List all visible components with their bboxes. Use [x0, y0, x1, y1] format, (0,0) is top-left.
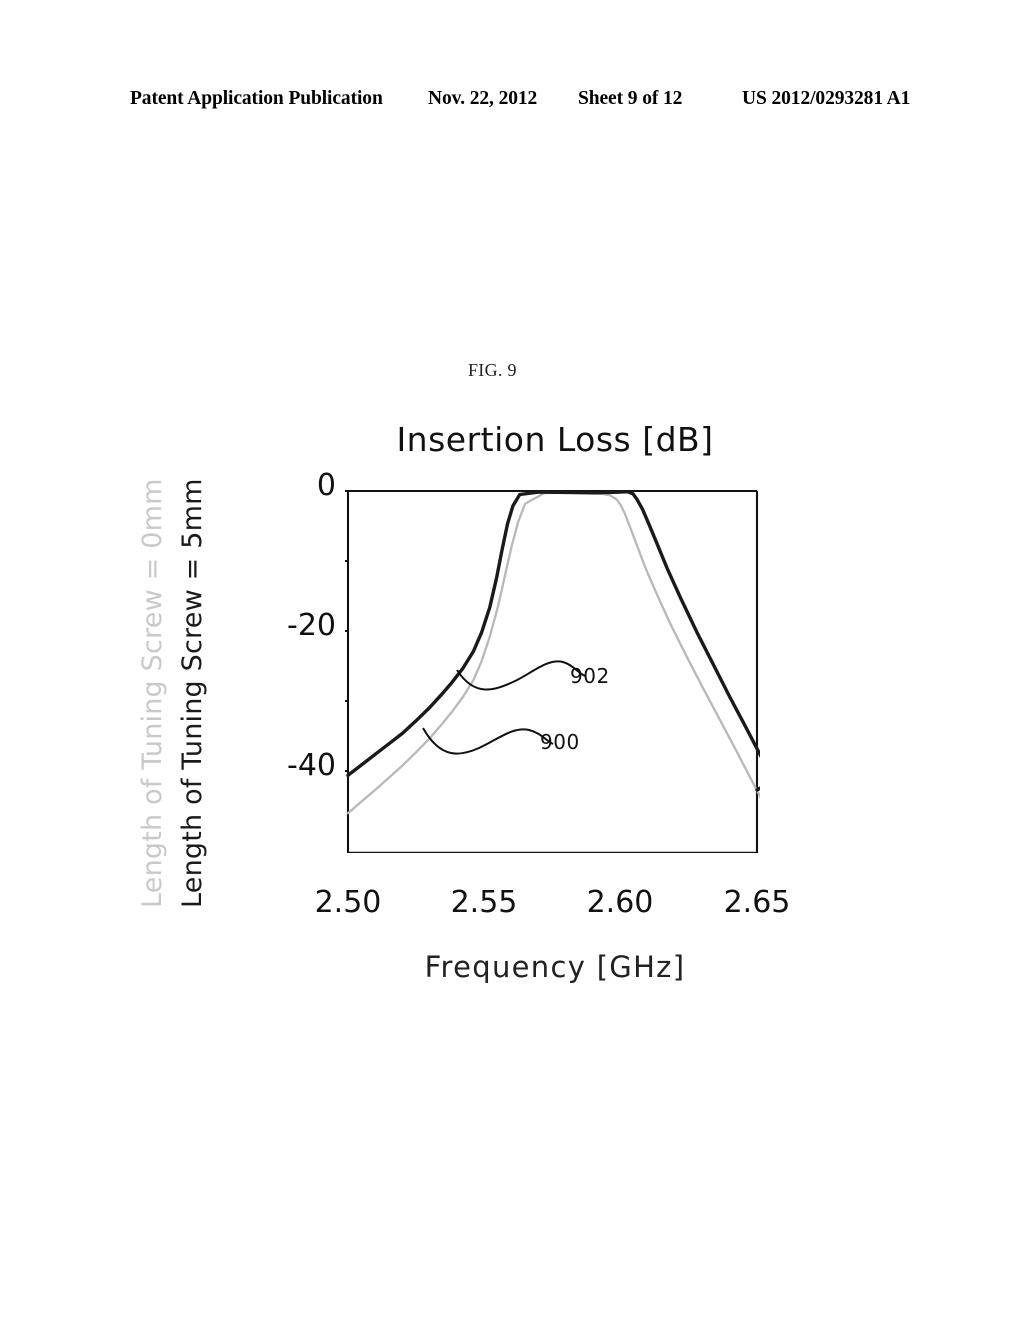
chart-title: Insertion Loss [dB]: [396, 420, 714, 459]
series-line-0mm: [346, 491, 760, 815]
callout-label-900: 900: [540, 730, 580, 754]
callout-leader-900: [422, 727, 554, 755]
x-tick-label-2.55: 2.55: [450, 885, 518, 920]
x-tick-label-2.65: 2.65: [723, 885, 791, 920]
figure-label: FIG. 9: [468, 360, 517, 380]
y-tick-label-0: 0: [316, 468, 336, 503]
y-axis-tick-labels: 0 -20 -40: [258, 468, 336, 853]
chart-svg: [345, 490, 760, 853]
y-annotation-0mm: Length of Tuning Screw = 0mm: [137, 478, 168, 908]
x-tick-label-2.60: 2.60: [586, 885, 654, 920]
y-tick-label--20: -20: [287, 608, 336, 643]
y-annotation-5mm: Length of Tuning Screw = 5mm: [177, 478, 208, 908]
figure-9: FIG. 9 Insertion Loss [dB] Length of Tun…: [0, 0, 1024, 1320]
plot-area: [345, 490, 760, 853]
callout-label-902: 902: [570, 664, 610, 688]
x-tick-label-2.50: 2.50: [314, 885, 382, 920]
y-tick-label--40: -40: [287, 748, 336, 783]
x-axis-title: Frequency [GHz]: [424, 950, 686, 984]
x-axis-tick-labels: 2.50 2.55 2.60 2.65: [300, 885, 820, 929]
